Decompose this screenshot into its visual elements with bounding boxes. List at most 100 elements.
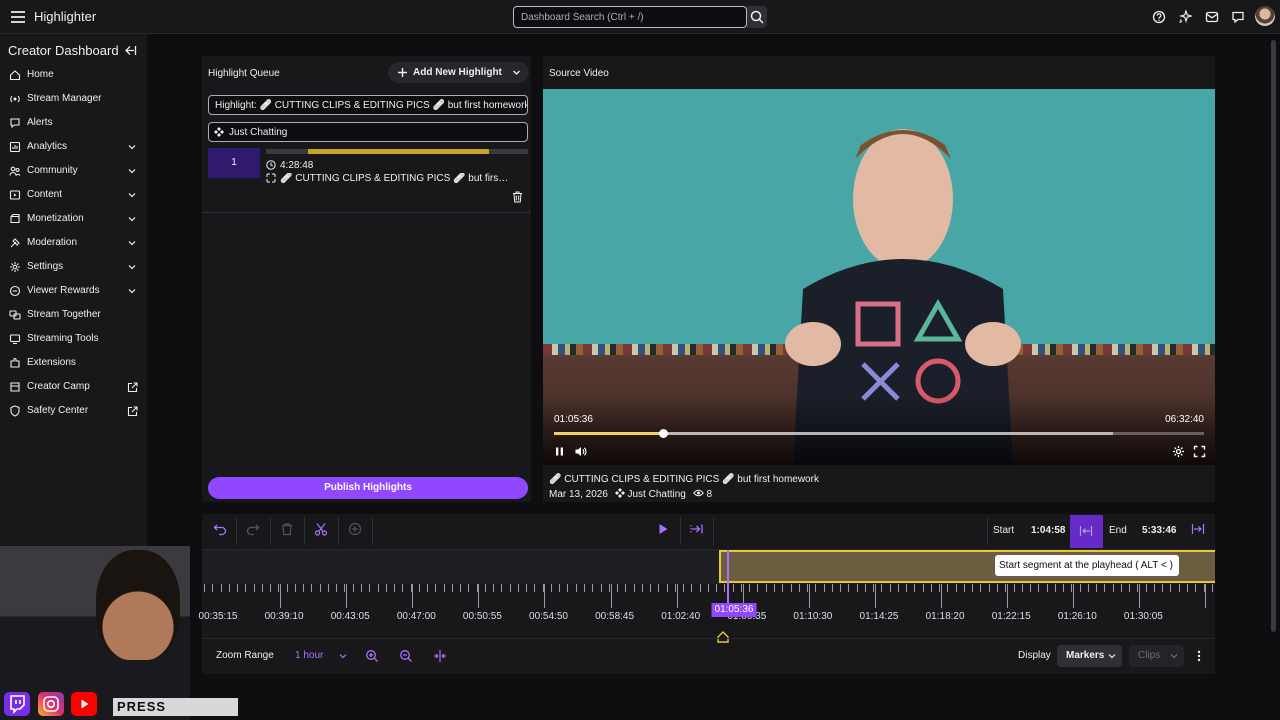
alerts-icon <box>9 117 21 129</box>
ruler-major-tick <box>941 584 942 608</box>
playhead-line[interactable] <box>727 550 729 603</box>
user-avatar[interactable] <box>1255 6 1275 26</box>
scissors-icon[interactable] <box>314 522 328 536</box>
video-scrubber[interactable] <box>554 429 1204 438</box>
category-field[interactable]: Just Chatting <box>208 122 528 142</box>
sidebar-item-stream-together[interactable]: Stream Together <box>0 304 147 326</box>
sidebar-item-alerts[interactable]: Alerts <box>0 112 147 134</box>
zoom-out-icon[interactable] <box>399 649 413 663</box>
ruler-tick <box>327 584 329 592</box>
set-end-at-playhead-icon[interactable] <box>1191 522 1205 536</box>
menu-icon[interactable] <box>8 7 28 27</box>
chevron-down-icon[interactable] <box>127 238 137 248</box>
sidebar-item-viewer-rewards[interactable]: Viewer Rewards <box>0 280 147 302</box>
sidebar-item-monetization[interactable]: Monetization <box>0 208 147 230</box>
more-options-icon[interactable] <box>1192 649 1206 663</box>
external-link-icon[interactable] <box>127 382 138 393</box>
ruler-tick <box>1079 584 1081 592</box>
pause-icon[interactable] <box>553 445 566 458</box>
add-new-highlight-button[interactable]: Add New Highlight <box>388 62 529 83</box>
ruler-tick <box>261 584 263 592</box>
volume-icon[interactable] <box>574 445 587 458</box>
source-video-panel: Source Video 01:05:36 06:32:40 🩹 CUTTING… <box>543 56 1215 502</box>
video-category[interactable]: Just Chatting <box>628 489 686 500</box>
playhead-time-label[interactable]: 01:05:36 <box>711 603 757 617</box>
chevron-down-icon[interactable] <box>127 214 137 224</box>
chevron-down-icon[interactable] <box>127 142 137 152</box>
eye-icon <box>692 488 704 498</box>
sidebar-item-settings[interactable]: Settings <box>0 256 147 278</box>
sidebar-item-creator-camp[interactable]: Creator Camp <box>0 376 147 398</box>
sidebar-item-community[interactable]: Community <box>0 160 147 182</box>
ruler-tick <box>534 584 536 592</box>
ruler-tick <box>633 584 635 592</box>
ruler-tick <box>237 584 238 592</box>
moderation-icon <box>9 237 21 249</box>
undo-icon[interactable] <box>213 522 227 536</box>
zoom-range-select[interactable]: 1 hour <box>286 645 352 667</box>
video-player[interactable]: 01:05:36 06:32:40 <box>543 89 1215 465</box>
sidebar-item-label: Settings <box>27 261 64 272</box>
external-link-icon[interactable] <box>127 406 138 417</box>
ruler-tick <box>716 584 718 592</box>
scrubber-handle[interactable] <box>658 429 668 438</box>
ruler-tick <box>319 584 321 592</box>
ruler-tick <box>253 584 255 592</box>
search-button[interactable] <box>747 6 767 28</box>
collapse-sidebar-icon[interactable] <box>124 44 137 57</box>
chevron-down-icon[interactable] <box>127 166 137 176</box>
clock-icon <box>266 160 276 170</box>
sidebar-item-safety-center[interactable]: Safety Center <box>0 400 147 422</box>
add-segment-icon[interactable] <box>348 522 362 536</box>
set-start-at-playhead-button[interactable] <box>1070 515 1103 548</box>
overlay-press-text: PRESS <box>113 698 238 716</box>
chevron-down-icon[interactable] <box>127 262 137 272</box>
sidebar-item-streaming-tools[interactable]: Streaming Tools <box>0 328 147 350</box>
trash-icon[interactable] <box>512 191 523 203</box>
delete-segment-icon[interactable] <box>280 522 294 536</box>
help-icon[interactable] <box>1152 10 1166 24</box>
markers-toggle[interactable]: Markers <box>1057 645 1122 667</box>
ruler-tick <box>1129 584 1131 592</box>
chevron-down-icon[interactable] <box>127 286 137 296</box>
dashboard-search-input[interactable]: Dashboard Search (Ctrl + /) <box>513 6 747 28</box>
redo-icon[interactable] <box>246 522 260 536</box>
zoom-in-icon[interactable] <box>365 649 379 663</box>
whispers-icon[interactable] <box>1231 10 1245 24</box>
segment-start-value[interactable]: 1:04:58 <box>1031 525 1065 536</box>
time-ruler[interactable]: 00:35:15 00:39:10 00:43:05 00:47:00 00:50:55… <box>199 584 1215 634</box>
fullscreen-icon[interactable] <box>1193 445 1206 458</box>
publish-highlights-button[interactable]: Publish Highlights <box>208 477 528 499</box>
settings-gear-icon[interactable] <box>1172 445 1185 458</box>
jump-to-end-icon[interactable] <box>690 522 704 536</box>
queue-item-range-bar <box>266 149 528 154</box>
chevron-down-icon[interactable] <box>512 68 521 77</box>
sidebar-title: Creator Dashboard <box>8 43 119 58</box>
segment-start-label: Start <box>993 525 1015 536</box>
sidebar-item-moderation[interactable]: Moderation <box>0 232 147 254</box>
fit-to-segment-icon[interactable] <box>433 649 447 663</box>
sidebar-item-analytics[interactable]: Analytics <box>0 136 147 158</box>
ruler-tick <box>584 584 585 592</box>
ruler-tick <box>1153 584 1155 592</box>
page-scrollbar[interactable] <box>1271 40 1276 632</box>
inbox-icon[interactable] <box>1205 10 1219 24</box>
sparkle-icon[interactable] <box>1178 10 1192 24</box>
sidebar-item-content[interactable]: Content <box>0 184 147 206</box>
chevron-down-icon[interactable] <box>127 190 137 200</box>
clips-toggle[interactable]: Clips <box>1129 645 1184 667</box>
queue-item-index[interactable]: 1 <box>208 148 260 178</box>
sidebar-item-home[interactable]: Home <box>0 64 147 86</box>
ruler-tick <box>575 584 577 592</box>
sidebar-item-extensions[interactable]: Extensions <box>0 352 147 374</box>
ruler-tick <box>1030 584 1031 592</box>
segment-end-value[interactable]: 5:33:46 <box>1142 525 1176 536</box>
highlight-title-field[interactable]: Highlight: 🩹 CUTTING CLIPS & EDITING PIC… <box>208 95 528 115</box>
zoom-range-label: Zoom Range <box>216 650 274 661</box>
ruler-major-tick <box>478 584 480 608</box>
ruler-tick <box>493 584 495 592</box>
ruler-tick-label: 01:22:15 <box>991 611 1031 622</box>
play-icon[interactable] <box>656 522 670 536</box>
stream-manager-icon <box>9 93 21 105</box>
sidebar-item-stream-manager[interactable]: Stream Manager <box>0 88 147 110</box>
